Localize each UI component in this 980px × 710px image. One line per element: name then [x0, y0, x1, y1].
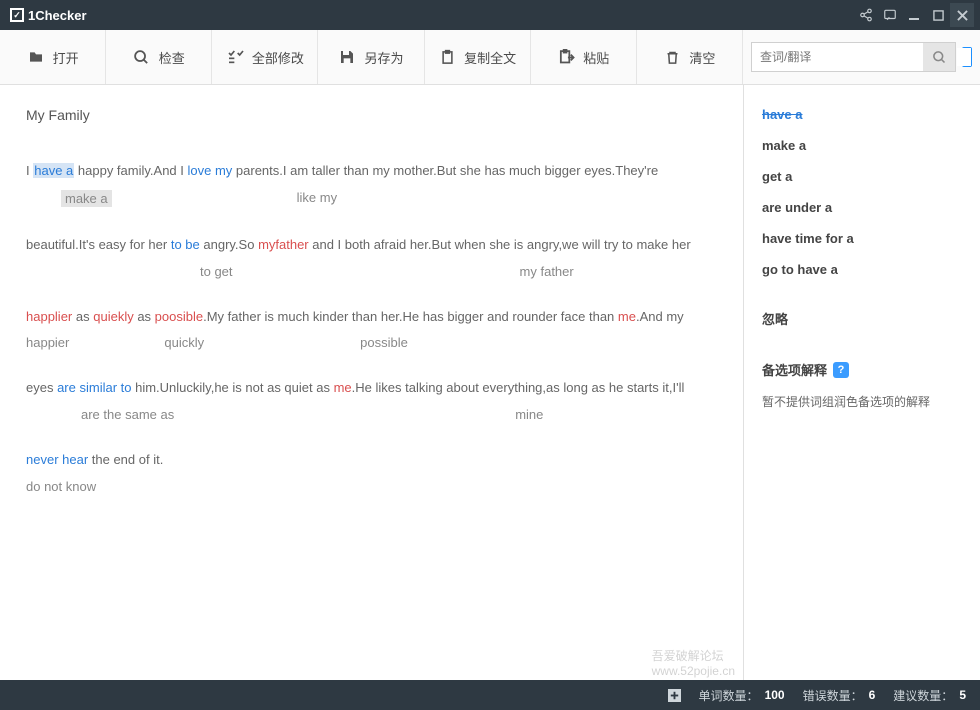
text-segment: as	[72, 309, 93, 324]
suggestion-highlight[interactable]: are similar to	[57, 380, 131, 395]
feedback-icon[interactable]	[878, 3, 902, 27]
suggestion-count: 建议数量：5	[893, 687, 966, 704]
suggestion-item[interactable]: go to have a	[762, 254, 962, 285]
toggle-switch[interactable]	[962, 47, 972, 67]
correction-row: happierquicklypossiblemine	[26, 335, 717, 350]
correction-suggestion[interactable]: possible	[360, 335, 408, 350]
text-segment: .And my	[636, 309, 684, 324]
save-icon	[338, 48, 356, 66]
error-highlight[interactable]: quiekly	[93, 309, 133, 324]
document-body: I have a happy family.And I love my pare…	[26, 161, 717, 494]
error-highlight[interactable]: myfather	[258, 237, 309, 252]
app-name: 1Checker	[28, 8, 87, 23]
correction-row: make a like my	[26, 190, 717, 207]
correction-suggestion[interactable]: to get	[200, 264, 233, 279]
text-segment: .My father is much kinder than her.He ha…	[203, 309, 618, 324]
text-segment: eyes	[26, 380, 57, 395]
search-input[interactable]	[752, 43, 923, 71]
correction-row: are the same as mine	[26, 407, 717, 422]
search-button[interactable]	[923, 43, 955, 71]
text-segment: parents.I am taller than my mother.But s…	[232, 163, 658, 178]
correction-suggestion[interactable]: my father	[520, 264, 574, 279]
correction-suggestion[interactable]: like my	[297, 190, 337, 207]
error-highlight[interactable]: poosible	[155, 309, 203, 324]
explain-description: 暂不提供词组润色备选项的解释	[762, 387, 962, 416]
clear-button[interactable]: 清空	[637, 30, 743, 84]
document-title: My Family	[26, 107, 717, 123]
text-line[interactable]: beautiful.It's easy for her to be angry.…	[26, 235, 717, 256]
suggestion-item[interactable]: have a	[762, 99, 962, 130]
text-line[interactable]: I have a happy family.And I love my pare…	[26, 161, 717, 182]
correction-row: to get my father	[26, 264, 717, 279]
help-icon[interactable]: ?	[833, 362, 849, 378]
correction-suggestion[interactable]: quickly	[164, 335, 204, 350]
titlebar: ✓ 1Checker	[0, 0, 980, 30]
logo-icon: ✓	[10, 8, 24, 22]
text-line[interactable]: happlier as quiekly as poosible.My fathe…	[26, 307, 717, 328]
suggestion-highlight[interactable]: never hear	[26, 452, 88, 467]
watermark: 吾爱破解论坛 www.52pojie.cn	[652, 647, 735, 678]
suggestion-item[interactable]: get a	[762, 161, 962, 192]
open-button[interactable]: 打开	[0, 30, 106, 84]
checklist-icon	[226, 48, 244, 66]
error-count: 错误数量：6	[803, 687, 876, 704]
minimize-button[interactable]	[902, 3, 926, 27]
text-segment: angry.So	[200, 237, 258, 252]
correction-suggestion[interactable]: happier	[26, 335, 69, 350]
correction-suggestion[interactable]: mine	[515, 407, 543, 422]
text-segment: .He likes talking about everything,as lo…	[352, 380, 685, 395]
error-highlight[interactable]: me	[334, 380, 352, 395]
text-segment: and I both afraid her.But when she is an…	[309, 237, 691, 252]
share-icon[interactable]	[854, 3, 878, 27]
suggestion-highlight[interactable]: to be	[171, 237, 200, 252]
correction-suggestion[interactable]: do not know	[26, 479, 96, 494]
suggestion-item[interactable]: make a	[762, 130, 962, 161]
word-count: 单词数量：100	[699, 687, 785, 704]
correction-row: do not know	[26, 479, 717, 494]
suggestion-item[interactable]: have time for a	[762, 223, 962, 254]
search-icon	[133, 48, 151, 66]
ignore-button[interactable]: 忽略	[762, 301, 962, 336]
text-segment: beautiful.It's easy for her	[26, 237, 171, 252]
text-segment: the end of it.	[88, 452, 163, 467]
text-segment: him.Unluckily,he is not as quiet as	[132, 380, 334, 395]
close-button[interactable]	[950, 3, 974, 27]
error-highlight[interactable]: me	[618, 309, 636, 324]
folder-icon	[27, 48, 45, 66]
app-logo: ✓ 1Checker	[10, 8, 87, 23]
toolbar: 打开 检查 全部修改 另存为 复制全文 粘贴 清空	[0, 30, 980, 85]
suggestion-highlight[interactable]: have a	[33, 163, 74, 178]
statusbar: 单词数量：100 错误数量：6 建议数量：5	[0, 680, 980, 710]
check-button[interactable]: 检查	[106, 30, 212, 84]
clipboard-icon	[438, 48, 456, 66]
paste-button[interactable]: 粘贴	[531, 30, 637, 84]
apply-all-button[interactable]: 全部修改	[212, 30, 318, 84]
correction-suggestion[interactable]: make a	[61, 190, 112, 207]
expand-button[interactable]	[668, 689, 681, 702]
search-box	[751, 42, 956, 72]
paste-icon	[557, 48, 575, 66]
suggestion-item[interactable]: are under a	[762, 192, 962, 223]
error-highlight[interactable]: happlier	[26, 309, 72, 324]
suggestion-highlight[interactable]: love my	[188, 163, 233, 178]
main-area: My Family I have a happy family.And I lo…	[0, 85, 980, 680]
correction-suggestion[interactable]: are the same as	[81, 407, 174, 422]
suggestions-panel: have amake aget aare under ahave time fo…	[743, 85, 980, 680]
explain-title: 备选项解释 ?	[762, 352, 962, 387]
copy-all-button[interactable]: 复制全文	[425, 30, 531, 84]
trash-icon	[663, 48, 681, 66]
text-line[interactable]: eyes are similar to him.Unluckily,he is …	[26, 378, 717, 399]
text-segment: happy family.And I	[74, 163, 187, 178]
text-segment: as	[134, 309, 155, 324]
text-line[interactable]: never hear the end of it.	[26, 450, 717, 471]
maximize-button[interactable]	[926, 3, 950, 27]
save-as-button[interactable]: 另存为	[318, 30, 424, 84]
editor[interactable]: My Family I have a happy family.And I lo…	[0, 85, 743, 680]
